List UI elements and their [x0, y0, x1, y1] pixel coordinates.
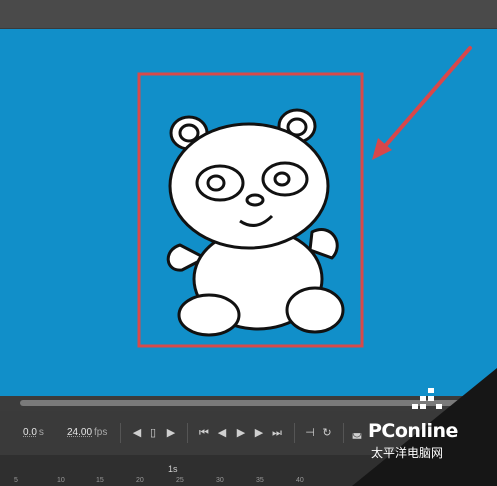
watermark-corner [352, 368, 497, 486]
animation-editor: 0.0 s 24.00 fps ◀ ▯ ▶ ⏮ ◀ ▶ ▶ ⏭ ⊣ ↻ ◛ 1s 5… [0, 0, 497, 486]
watermark-brand: PConline [368, 420, 458, 442]
watermark-chinese: 太平洋电脑网 [371, 446, 444, 460]
